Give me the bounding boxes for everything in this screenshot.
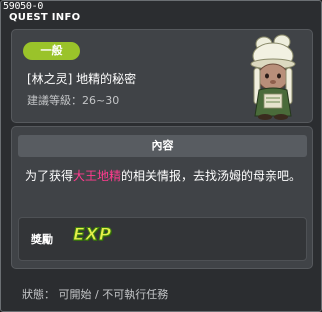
reward-box: 獎勵 EXP <box>18 217 307 261</box>
content-section-header: 內容 <box>18 135 307 157</box>
description-suffix: 的相关情报，去找汤姆的母亲吧。 <box>121 169 302 183</box>
window-title: QUEST INFO <box>9 12 81 23</box>
quest-status: 狀態： 可開始 / 不可執行任務 <box>22 288 169 301</box>
quest-description: 为了获得大王地精的相关情报，去找汤姆的母亲吧。 <box>25 167 305 185</box>
description-highlight: 大王地精 <box>73 169 122 183</box>
quest-header-card: 一般 [林之灵] 地精的秘密 建議等級：26~30 <box>11 29 313 123</box>
quest-name: [林之灵] 地精的秘密 <box>27 72 137 86</box>
quest-id: 59050-0 <box>3 1 44 12</box>
quest-content-card: 內容 为了获得大王地精的相关情报，去找汤姆的母亲吧。 獎勵 EXP <box>11 126 313 269</box>
description-prefix: 为了获得 <box>25 169 74 183</box>
reward-label: 獎勵 <box>31 233 53 246</box>
exp-icon: EXP <box>73 225 112 246</box>
quest-level: 建議等級：26~30 <box>27 94 120 107</box>
npc-portrait <box>250 34 296 120</box>
quest-info-window: 59050-0 QUEST INFO 一般 [林之灵] 地精的秘密 建議等級：2… <box>0 0 322 312</box>
category-badge: 一般 <box>23 42 80 60</box>
